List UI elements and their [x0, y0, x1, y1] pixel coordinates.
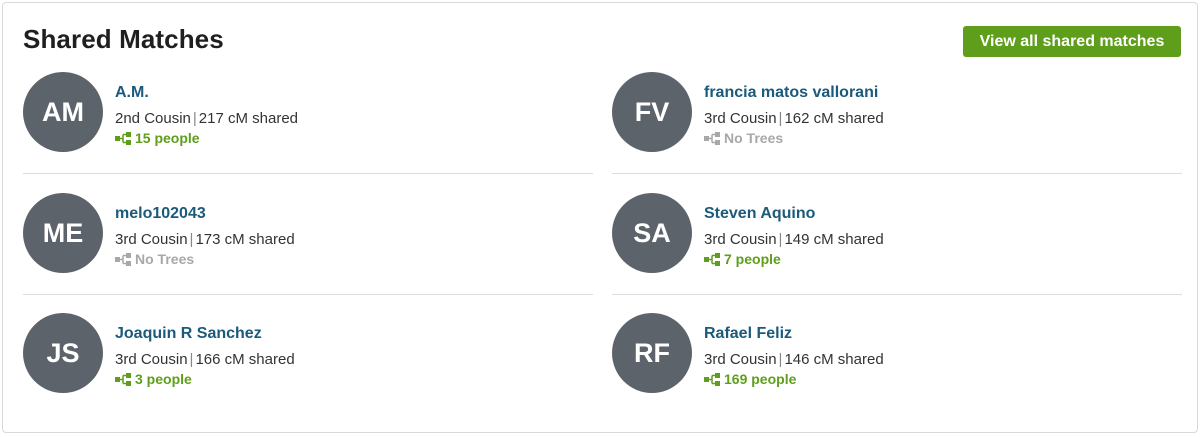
match-item: RF Rafael Feliz 3rd Cousin | 146 cM shared… — [612, 294, 1182, 414]
tree-icon — [115, 252, 132, 266]
avatar[interactable]: FV — [612, 72, 692, 152]
no-trees-label: No Trees — [135, 251, 195, 267]
match-relationship-info: 3rd Cousin | 162 cM shared — [704, 110, 884, 127]
shared-matches-card: Shared Matches View all shared matches A… — [2, 2, 1198, 433]
tree-count-label: 15 people — [135, 130, 200, 146]
tree-status: No Trees — [704, 130, 783, 146]
match-name-link[interactable]: A.M. — [115, 84, 149, 102]
match-relationship-info: 3rd Cousin | 166 cM shared — [115, 351, 295, 368]
relationship-label: 3rd Cousin — [115, 231, 188, 248]
section-title: Shared Matches — [23, 24, 224, 54]
shared-cm-label: 217 cM shared — [198, 110, 299, 127]
match-item: SA Steven Aquino 3rd Cousin | 149 cM share… — [612, 174, 1182, 295]
match-item: ME melo102043 3rd Cousin | 173 cM shared N… — [23, 174, 593, 295]
tree-count-label: 7 people — [724, 251, 781, 267]
avatar[interactable]: AM — [23, 72, 103, 152]
shared-cm-label: 146 cM shared — [784, 351, 884, 368]
match-item: FV francia matos vallorani 3rd Cousin | 16… — [612, 53, 1182, 174]
tree-icon — [115, 131, 132, 145]
tree-link[interactable]: 3 people — [115, 371, 192, 387]
tree-icon — [704, 372, 721, 386]
shared-cm-label: 149 cM shared — [784, 231, 884, 248]
tree-link[interactable]: 169 people — [704, 371, 796, 387]
match-relationship-info: 3rd Cousin | 146 cM shared — [704, 351, 884, 368]
match-name-link[interactable]: francia matos vallorani — [704, 84, 878, 102]
tree-icon — [704, 131, 721, 145]
tree-count-label: 169 people — [724, 371, 797, 387]
match-name-link[interactable]: Joaquin R Sanchez — [115, 325, 262, 343]
tree-status: No Trees — [115, 251, 194, 267]
avatar[interactable]: SA — [612, 193, 692, 273]
match-relationship-info: 3rd Cousin | 173 cM shared — [115, 231, 295, 248]
relationship-label: 3rd Cousin — [115, 351, 188, 368]
tree-count-label: 3 people — [135, 371, 192, 387]
avatar[interactable]: RF — [612, 313, 692, 393]
separator: | — [192, 110, 197, 127]
match-name-link[interactable]: Rafael Feliz — [704, 325, 792, 343]
match-name-link[interactable]: melo102043 — [115, 205, 206, 223]
match-relationship-info: 2nd Cousin | 217 cM shared — [115, 110, 298, 127]
match-item: AM A.M. 2nd Cousin | 217 cM shared 15 peop… — [23, 53, 593, 174]
shared-cm-label: 173 cM shared — [195, 231, 295, 248]
relationship-label: 2nd Cousin — [115, 110, 191, 127]
avatar[interactable]: ME — [23, 193, 103, 273]
shared-cm-label: 162 cM shared — [784, 110, 884, 127]
relationship-label: 3rd Cousin — [704, 110, 777, 127]
tree-icon — [115, 372, 132, 386]
shared-cm-label: 166 cM shared — [195, 351, 295, 368]
avatar[interactable]: JS — [23, 313, 103, 393]
relationship-label: 3rd Cousin — [704, 231, 777, 248]
tree-link[interactable]: 15 people — [115, 130, 200, 146]
no-trees-label: No Trees — [724, 130, 784, 146]
relationship-label: 3rd Cousin — [704, 351, 777, 368]
tree-icon — [704, 252, 721, 266]
tree-link[interactable]: 7 people — [704, 251, 781, 267]
match-name-link[interactable]: Steven Aquino — [704, 205, 815, 223]
match-relationship-info: 3rd Cousin | 149 cM shared — [704, 231, 884, 248]
match-item: JS Joaquin R Sanchez 3rd Cousin | 166 cM s… — [23, 294, 593, 414]
